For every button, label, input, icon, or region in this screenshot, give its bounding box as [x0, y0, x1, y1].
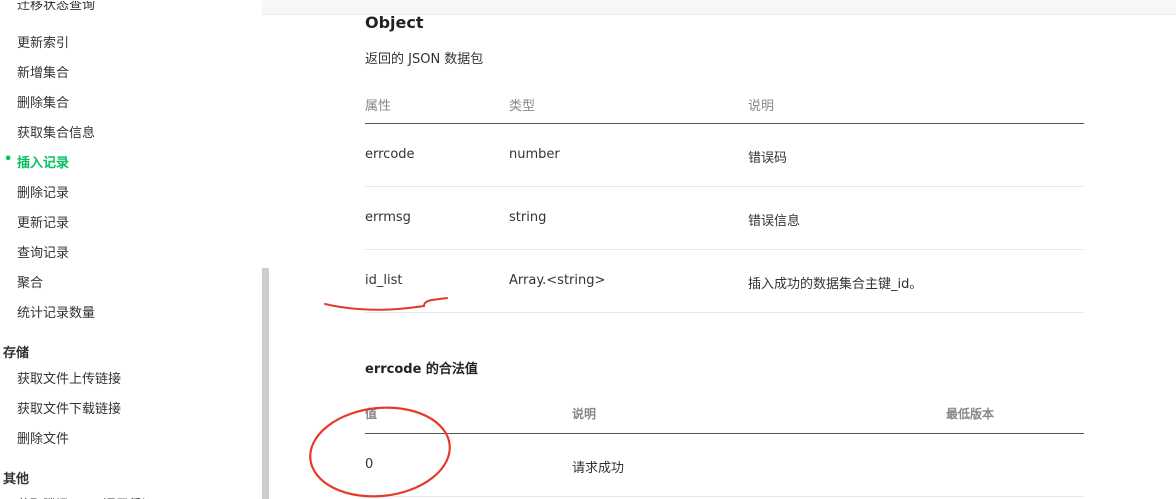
table-row-divider	[365, 186, 1084, 187]
sidebar-item-aggregate[interactable]: 聚合	[17, 272, 43, 291]
sidebar-section-storage: 存储	[3, 346, 30, 361]
table-row-divider	[365, 249, 1084, 250]
sidebar-item-update-record[interactable]: 更新记录	[17, 212, 69, 231]
table-cell-property: errcode	[365, 147, 415, 162]
sidebar-item-count-records[interactable]: 统计记录数量	[17, 302, 95, 321]
main-content: Object 返回的 JSON 数据包 属性 类型 说明 errcode num…	[269, 0, 1176, 499]
sidebar-item-migration-status[interactable]: 迁移状态查询	[17, 1, 95, 13]
sidebar-item-upload-link[interactable]: 获取文件上传链接	[17, 368, 121, 387]
sidebar-nav: 迁移状态查询 更新索引 新增集合 删除集合 获取集合信息 插入记录 删除记录 更…	[0, 0, 262, 499]
table-cell-type: string	[509, 210, 547, 225]
sidebar-item-delete-record[interactable]: 删除记录	[17, 182, 69, 201]
sidebar-item-cloud-credential[interactable]: 获取腾讯云API调用凭证	[17, 494, 155, 499]
errcode-cell-description: 请求成功	[572, 461, 625, 476]
errcode-cell-value: 0	[365, 457, 374, 472]
sidebar-item-delete-collection[interactable]: 删除集合	[17, 92, 69, 111]
table-cell-property: errmsg	[365, 210, 411, 225]
errcode-header-description: 说明	[572, 407, 597, 421]
table-cell-type: number	[509, 147, 560, 162]
errcode-header-min-version: 最低版本	[946, 407, 995, 421]
table-header-divider	[365, 123, 1084, 124]
table-row-divider	[365, 312, 1084, 313]
section-title-object: Object	[365, 13, 424, 32]
errcode-header-value: 值	[365, 407, 378, 421]
errcode-row-divider	[365, 496, 1084, 497]
sidebar-item-insert-record[interactable]: 插入记录	[4, 152, 69, 171]
sidebar-scrollbar[interactable]	[262, 268, 269, 499]
sidebar-item-update-index[interactable]: 更新索引	[17, 32, 69, 51]
table-cell-description: 错误码	[748, 151, 788, 166]
table-cell-property: id_list	[365, 273, 403, 288]
table-header-description: 说明	[748, 99, 775, 114]
sidebar-item-download-link[interactable]: 获取文件下载链接	[17, 398, 121, 417]
section-description: 返回的 JSON 数据包	[365, 52, 484, 67]
sidebar-item-delete-file[interactable]: 删除文件	[17, 428, 69, 447]
table-header-type: 类型	[509, 99, 536, 114]
sidebar-item-query-record[interactable]: 查询记录	[17, 242, 69, 261]
table-cell-description: 错误信息	[748, 214, 801, 229]
sidebar-item-add-collection[interactable]: 新增集合	[17, 62, 69, 81]
table-cell-description: 插入成功的数据集合主键_id。	[748, 277, 923, 292]
sidebar-section-other: 其他	[3, 472, 30, 487]
table-cell-type: Array.<string>	[509, 273, 606, 288]
table-header-property: 属性	[365, 99, 392, 114]
sidebar-item-collection-info[interactable]: 获取集合信息	[17, 122, 95, 141]
errcode-values-title: errcode 的合法值	[365, 362, 478, 377]
errcode-header-divider	[365, 433, 1084, 434]
